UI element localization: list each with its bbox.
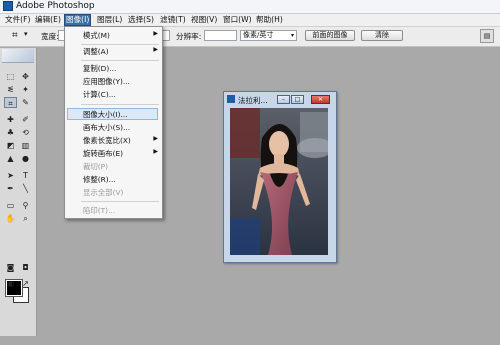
resolution-field[interactable]: [204, 30, 237, 41]
stamp-icon[interactable]: ♣: [4, 127, 17, 138]
crop-icon[interactable]: ⌗: [12, 30, 18, 41]
menu-item-pixel-aspect-ratio[interactable]: 像素长宽比(X): [83, 135, 131, 146]
quick-mask-mode-icon[interactable]: ◘: [19, 262, 32, 273]
menu-item-trap: 陷印(T)...: [83, 206, 116, 215]
menu-item-calculations[interactable]: 计算(C)...: [83, 89, 116, 100]
submenu-arrow-icon: ▶: [153, 148, 158, 155]
lasso-icon[interactable]: ᓬ: [4, 84, 17, 95]
menu-edit[interactable]: 编辑(E): [34, 15, 62, 25]
tool-preset-dropdown[interactable]: ▾: [24, 30, 28, 38]
dodge-icon[interactable]: ●: [19, 153, 32, 164]
healing-icon[interactable]: ✚: [4, 114, 17, 125]
brush-icon[interactable]: ✐: [19, 114, 32, 125]
submenu-arrow-icon: ▶: [153, 135, 158, 142]
close-button[interactable]: ✕: [311, 95, 330, 104]
jump-to-icon[interactable]: ↗: [19, 278, 32, 289]
app-title: Adobe Photoshop: [16, 1, 95, 11]
menu-separator: [81, 60, 159, 61]
menu-separator: [81, 201, 159, 202]
menu-item-mode[interactable]: 模式(M): [83, 30, 110, 41]
line-icon[interactable]: ╲: [19, 183, 32, 194]
menu-item-reveal-all: 显示全部(V): [83, 188, 124, 197]
submenu-arrow-icon: ▶: [153, 46, 158, 53]
path-select-icon[interactable]: ➤: [4, 170, 17, 181]
hand-icon[interactable]: ✋: [4, 213, 17, 224]
menu-item-rotate-canvas[interactable]: 旋转画布(E): [83, 148, 123, 159]
maximize-button[interactable]: □: [291, 95, 304, 104]
document-window[interactable]: 法拉利... – □ ✕: [223, 91, 337, 263]
unit-select[interactable]: 像素/英寸 ▾: [240, 30, 297, 41]
unit-select-value: 像素/英寸: [243, 31, 274, 39]
document-title: 法拉利...: [238, 96, 268, 105]
screen-mode-icon[interactable]: ▣: [4, 278, 17, 289]
slice-icon[interactable]: ✎: [19, 97, 32, 108]
zoom-icon[interactable]: ⌕: [19, 213, 32, 224]
menu-window[interactable]: 窗口(W): [222, 15, 253, 25]
menu-select[interactable]: 选择(S): [127, 15, 155, 25]
menu-separator: [81, 104, 159, 105]
height-field[interactable]: [162, 30, 170, 41]
minimize-button[interactable]: –: [277, 95, 290, 104]
text-icon[interactable]: T: [19, 170, 32, 181]
menu-file[interactable]: 文件(F): [4, 15, 31, 25]
toolbox: ⬚ ✥ ᓬ ✦ ⌗ ✎ ✚ ✐ ♣ ⟲ ◩ ▥ ▲ ● ➤ T ✒ ╲ ▭ ⚲ …: [0, 48, 37, 336]
menu-item-adjust[interactable]: 调整(A): [83, 46, 109, 57]
photoshop-icon: [3, 1, 13, 11]
menu-separator: [81, 44, 159, 45]
front-image-button[interactable]: 前面的图像: [305, 30, 355, 41]
image-menu-dropdown: 模式(M) ▶ 调整(A) ▶ 复制(D)... 应用图像(Y)... 计算(C…: [64, 26, 163, 219]
menu-item-image-size[interactable]: 图像大小(I)...: [83, 109, 128, 120]
eyedropper-icon[interactable]: ⚲: [19, 200, 32, 211]
quick-mask-icon[interactable]: ◙: [4, 262, 17, 273]
menu-item-crop: 裁切(P): [83, 162, 109, 171]
chevron-down-icon: ▾: [290, 32, 294, 39]
menu-item-duplicate[interactable]: 复制(D)...: [83, 63, 116, 74]
menu-item-apply-image[interactable]: 应用图像(Y)...: [83, 76, 130, 87]
menu-help[interactable]: 帮助(H): [255, 15, 284, 25]
marquee-icon[interactable]: ⬚: [4, 71, 17, 82]
toolbox-header: [2, 49, 34, 63]
blur-icon[interactable]: ▲: [4, 153, 17, 164]
menu-item-canvas-size[interactable]: 画布大小(S)...: [83, 122, 130, 133]
menu-filter[interactable]: 滤镜(T): [159, 15, 187, 25]
document-photo: [230, 108, 328, 255]
menu-layer[interactable]: 图层(L): [96, 15, 123, 25]
eraser-icon[interactable]: ◩: [4, 140, 17, 151]
gradient-icon[interactable]: ▥: [19, 140, 32, 151]
document-icon: [227, 95, 235, 103]
magic-wand-icon[interactable]: ✦: [19, 84, 32, 95]
menu-item-trim[interactable]: 修整(R)...: [83, 174, 116, 185]
history-brush-icon[interactable]: ⟲: [19, 127, 32, 138]
notes-icon[interactable]: ▭: [4, 200, 17, 211]
palette-well-icon[interactable]: ▤: [480, 29, 494, 43]
app-titlebar: Adobe Photoshop: [0, 0, 500, 14]
move-icon[interactable]: ✥: [19, 71, 32, 82]
clear-button[interactable]: 清除: [361, 30, 403, 41]
menu-view[interactable]: 视图(V): [190, 15, 218, 25]
width-label: 宽度:: [41, 32, 59, 41]
crop-tool-icon[interactable]: ⌗: [4, 97, 17, 108]
menu-image[interactable]: 图像(I): [64, 14, 92, 26]
submenu-arrow-icon: ▶: [153, 30, 158, 37]
resolution-label: 分辨率:: [176, 32, 202, 41]
pen-icon[interactable]: ✒: [4, 183, 17, 194]
